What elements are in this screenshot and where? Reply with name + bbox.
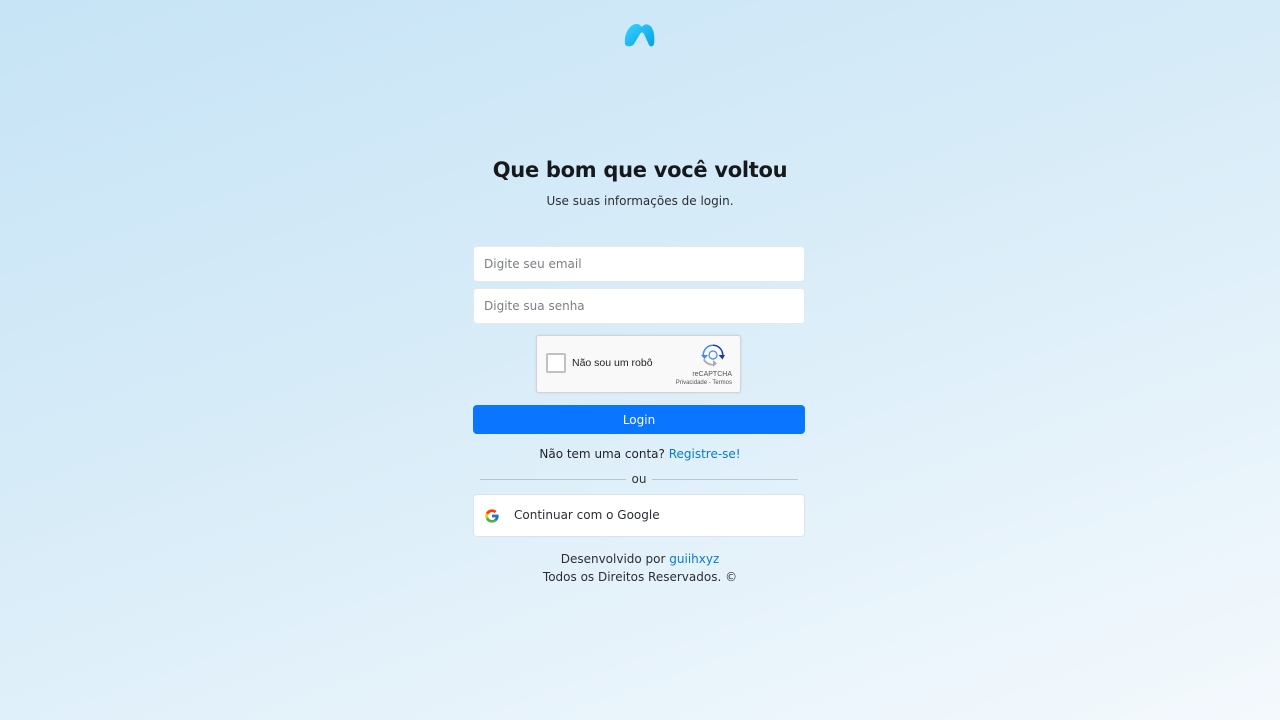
recaptcha-checkbox[interactable] (546, 353, 566, 373)
google-signin-label: Continuar com o Google (514, 508, 660, 522)
signup-prompt: Não tem uma conta? Registre-se! (0, 447, 1280, 461)
register-link[interactable]: Registre-se! (669, 447, 741, 461)
login-button[interactable]: Login (473, 405, 805, 434)
page-subtitle: Use suas informações de login. (546, 194, 734, 208)
developer-credit: Desenvolvido por guiihxyz (0, 550, 1280, 568)
signup-text: Não tem uma conta? (539, 447, 665, 461)
recaptcha-label: Não sou um robô (572, 357, 653, 369)
recaptcha-widget: Não sou um robô reCAPTCHA Privacidade - … (536, 335, 741, 393)
recaptcha-brand: reCAPTCHA (692, 371, 732, 378)
rights-text: Todos os Direitos Reservados. © (542, 570, 738, 584)
footer-credits: Desenvolvido por guiihxyz Todos os Direi… (0, 550, 1280, 586)
recaptcha-logo-icon (701, 344, 725, 367)
developed-by-text: Desenvolvido por (560, 552, 666, 566)
password-field[interactable] (473, 288, 805, 324)
divider-line-right (652, 479, 798, 480)
recaptcha-terms-link[interactable]: Termos (712, 380, 732, 386)
google-icon (485, 509, 499, 523)
or-divider: ou (480, 472, 798, 486)
author-link[interactable]: guiihxyz (669, 552, 719, 566)
app-logo-icon (624, 23, 655, 47)
google-signin-button[interactable]: Continuar com o Google (473, 494, 805, 537)
page-title: Que bom que você voltou (492, 158, 788, 182)
recaptcha-links: Privacidade - Termos (676, 380, 732, 386)
email-field[interactable] (473, 246, 805, 282)
recaptcha-privacy-link[interactable]: Privacidade (676, 380, 707, 386)
